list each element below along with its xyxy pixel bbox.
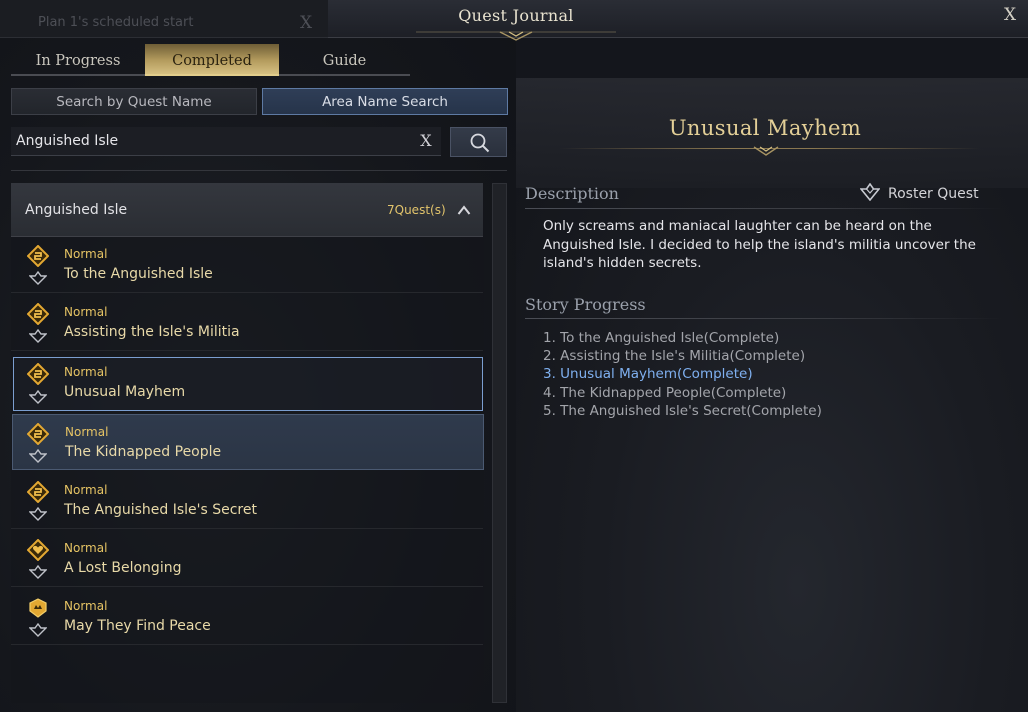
title-ornament-icon [753, 146, 779, 156]
normal-quest-icon [27, 481, 49, 503]
quest-name: A Lost Belonging [64, 560, 182, 576]
quest-row[interactable]: Normal To the Anguished Isle [11, 237, 483, 293]
normal-quest-icon [27, 245, 49, 267]
quest-detail-title: Unusual Mayhem [668, 116, 862, 140]
area-group-header[interactable]: Anguished Isle 7Quest(s) [11, 183, 483, 237]
background-window-title: Plan 1's scheduled start [38, 15, 194, 30]
area-group-name: Anguished Isle [25, 202, 128, 218]
tab-completed[interactable]: Completed [145, 44, 279, 76]
search-button[interactable] [450, 127, 507, 157]
search-by-quest-name-button[interactable]: Search by Quest Name [11, 88, 257, 115]
quest-type: Normal [64, 305, 108, 319]
story-progress-list: 1. To the Anguished Isle(Complete) 2. As… [543, 329, 983, 420]
quest-type: Normal [64, 483, 108, 497]
story-progress-divider [525, 318, 1003, 319]
quest-row-hovered[interactable]: Normal The Kidnapped People [12, 414, 484, 470]
background-window-tab[interactable]: Plan 1's scheduled start X [0, 0, 328, 38]
close-window-button[interactable]: X [999, 5, 1021, 27]
collapse-caret-icon[interactable] [457, 204, 471, 216]
roster-quest-icon [29, 565, 47, 579]
quest-type: Normal [65, 425, 109, 439]
tab-in-progress[interactable]: In Progress [11, 44, 145, 76]
crown-quest-icon [29, 598, 47, 618]
divider [11, 170, 507, 171]
quest-name: To the Anguished Isle [64, 266, 213, 282]
roster-quest-icon [29, 623, 47, 637]
quest-type: Normal [64, 599, 108, 613]
story-step: 5. The Anguished Isle's Secret(Complete) [543, 402, 822, 419]
title-ornament-icon [416, 31, 616, 41]
journal-tabs: In Progress Completed Guide [11, 44, 410, 76]
quest-row[interactable]: Normal May They Find Peace [11, 589, 483, 645]
background-window-close-icon[interactable]: X [300, 13, 312, 33]
quest-name: May They Find Peace [64, 618, 211, 634]
roster-quest-icon [29, 507, 47, 521]
story-step-current: 3. Unusual Mayhem(Complete) [543, 366, 753, 383]
quest-row[interactable]: Normal A Lost Belonging [11, 531, 483, 587]
roster-quest-icon [29, 271, 47, 285]
normal-quest-icon [27, 363, 49, 385]
quest-row[interactable]: Normal The Anguished Isle's Secret [11, 473, 483, 529]
description-heading: Description [525, 184, 619, 203]
quest-name: Assisting the Isle's Militia [64, 324, 240, 340]
quest-type: Normal [64, 247, 108, 261]
story-progress-heading: Story Progress [525, 295, 646, 314]
normal-quest-icon [27, 423, 49, 445]
quest-type: Normal [64, 541, 108, 555]
roster-quest-icon [29, 329, 47, 343]
quest-type: Normal [64, 365, 108, 379]
roster-quest-icon [29, 449, 47, 463]
area-quest-count: 7Quest(s) [387, 203, 446, 217]
roster-quest-icon [29, 390, 47, 404]
story-step: 4. The Kidnapped People(Complete) [543, 384, 787, 401]
quest-name: The Anguished Isle's Secret [64, 502, 257, 518]
quest-list-scrollbar[interactable] [492, 183, 507, 703]
normal-quest-icon [27, 303, 49, 325]
roster-quest-label: Roster Quest [888, 186, 979, 202]
quest-list: Anguished Isle 7Quest(s) Normal To the A… [11, 183, 484, 703]
search-icon [470, 133, 490, 153]
roster-quest-icon [860, 183, 880, 201]
quest-name: The Kidnapped People [65, 444, 222, 460]
quest-name: Unusual Mayhem [64, 384, 186, 400]
story-step: 2. Assisting the Isle's Militia(Complete… [543, 348, 806, 365]
quest-description: Only screams and maniacal laughter can b… [543, 218, 976, 271]
description-divider [525, 208, 1003, 209]
story-step: 1. To the Anguished Isle(Complete) [543, 330, 780, 346]
quest-row-selected[interactable]: Normal Unusual Mayhem [13, 357, 483, 411]
search-input[interactable] [11, 127, 441, 156]
clear-search-button[interactable]: X [416, 131, 436, 151]
heart-quest-icon [27, 539, 49, 561]
tab-guide[interactable]: Guide [279, 44, 410, 76]
window-title: Quest Journal [458, 6, 574, 25]
quest-row[interactable]: Normal Assisting the Isle's Militia [11, 295, 483, 351]
area-name-search-button[interactable]: Area Name Search [262, 88, 508, 115]
